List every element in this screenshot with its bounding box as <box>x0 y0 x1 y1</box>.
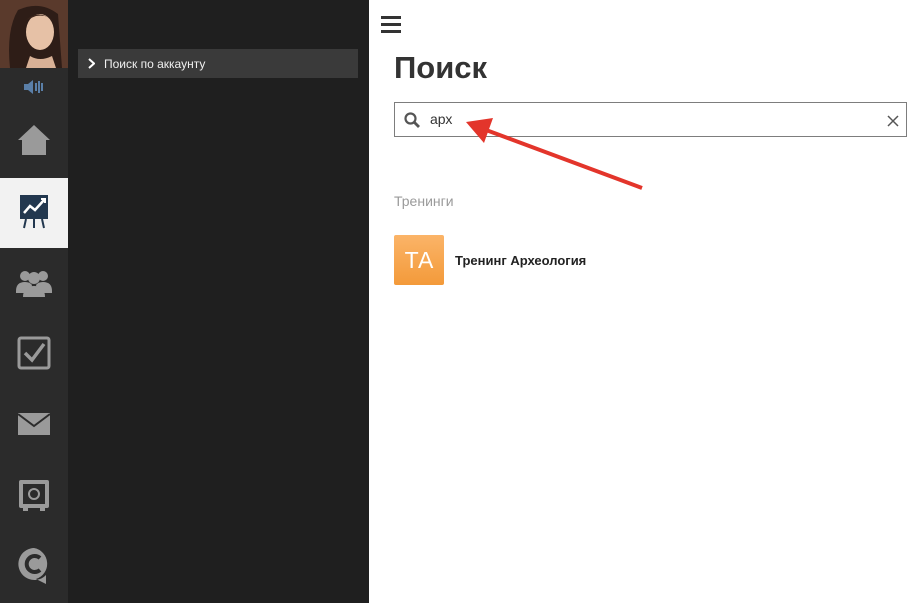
result-title: Тренинг Археология <box>455 252 587 268</box>
nav-tasks[interactable] <box>0 320 68 390</box>
search-result-item[interactable]: ТА Тренинг Археология <box>394 235 586 285</box>
presentation-chart-icon <box>18 193 50 234</box>
users-group-icon <box>15 267 53 302</box>
search-input[interactable] <box>430 109 870 129</box>
nav-trainings[interactable] <box>0 178 68 248</box>
user-avatar[interactable] <box>0 0 68 68</box>
checkbox-icon <box>17 336 51 375</box>
chevron-right-icon <box>88 58 95 69</box>
nav-home[interactable] <box>0 107 68 177</box>
nav-messages[interactable] <box>0 391 68 461</box>
c-logo-icon <box>16 546 52 591</box>
submenu-item-account-search[interactable]: Поиск по аккаунту <box>78 49 358 78</box>
hamburger-menu-icon[interactable] <box>381 15 401 33</box>
safe-icon <box>17 478 51 517</box>
home-icon <box>16 123 52 162</box>
submenu-panel: Поиск по аккаунту <box>68 0 369 603</box>
section-label: Тренинги <box>394 193 454 209</box>
speaker-icon[interactable] <box>22 79 44 100</box>
search-icon <box>404 112 420 133</box>
result-initials-badge: ТА <box>394 235 444 285</box>
left-nav-rail <box>0 0 68 603</box>
clear-search-icon[interactable] <box>887 114 899 132</box>
nav-brand[interactable] <box>0 533 68 603</box>
nav-users[interactable] <box>0 249 68 319</box>
search-box <box>394 102 907 137</box>
submenu-item-label: Поиск по аккаунту <box>104 56 206 71</box>
mail-icon <box>17 412 51 441</box>
page-title: Поиск <box>394 50 488 85</box>
nav-storage[interactable] <box>0 462 68 532</box>
main-content: Поиск Тренинги ТА Тренинг Археология <box>369 0 915 603</box>
